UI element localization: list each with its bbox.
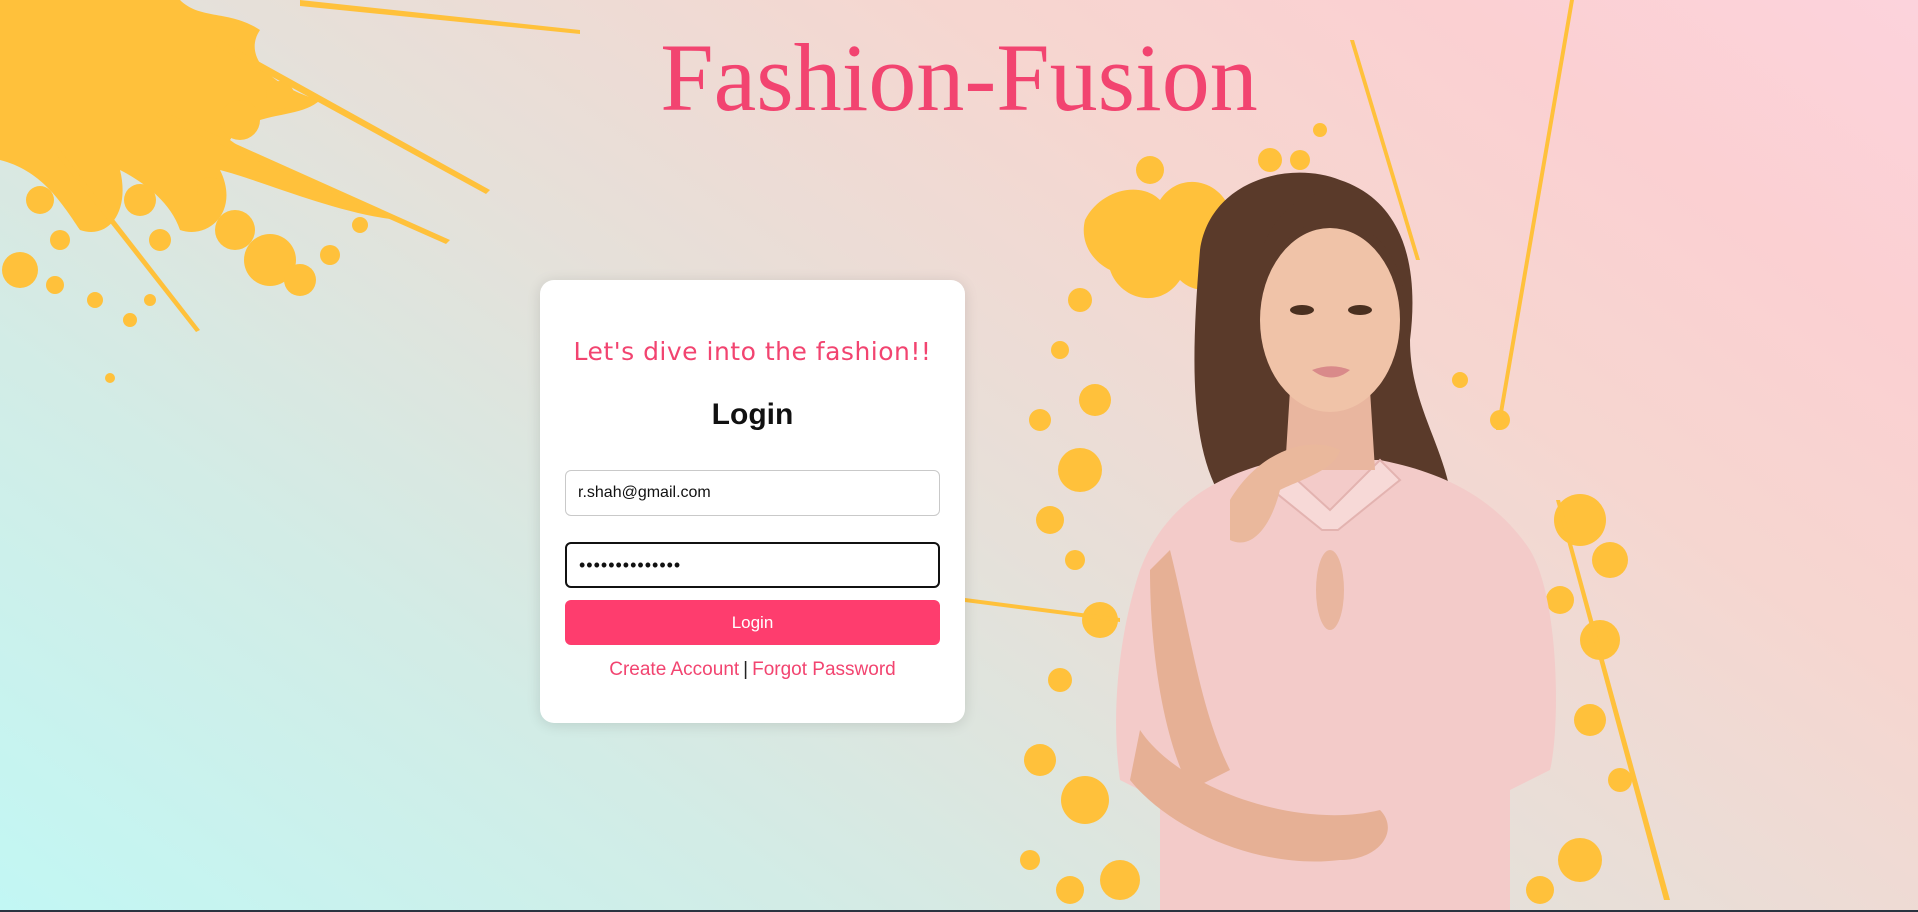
password-input[interactable] xyxy=(565,542,940,588)
model-image xyxy=(1116,172,1556,912)
tagline: Let's dive into the fashion!! xyxy=(573,337,932,366)
forgot-password-link[interactable]: Forgot Password xyxy=(752,659,896,680)
brand-title: Fashion-Fusion xyxy=(660,24,1258,131)
login-page: Fashion-Fusion Let's dive into the fashi… xyxy=(0,0,1918,912)
create-account-link[interactable]: Create Account xyxy=(609,659,739,680)
login-card: Let's dive into the fashion!! Login Logi… xyxy=(540,280,965,723)
login-heading: Login xyxy=(711,398,794,431)
login-button[interactable]: Login xyxy=(565,600,940,645)
account-links: Create Account | Forgot Password xyxy=(565,658,940,682)
link-separator: | xyxy=(743,659,749,680)
email-input[interactable] xyxy=(565,470,940,516)
